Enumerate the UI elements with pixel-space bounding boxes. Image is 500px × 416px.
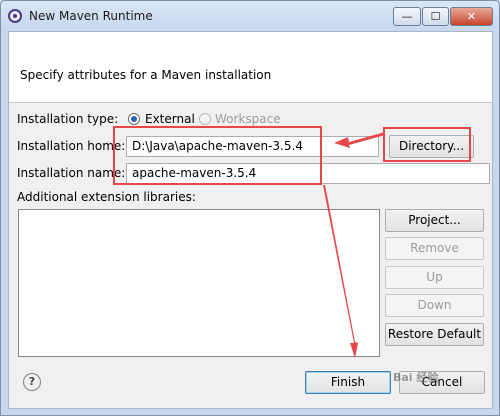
title-bar[interactable]: New Maven Runtime — ☐ ✕	[1, 1, 499, 31]
dialog-window: New Maven Runtime — ☐ ✕ Specify attribut…	[0, 0, 500, 416]
annotation-box-directory	[383, 127, 471, 162]
installation-type-label: Installation type:	[17, 112, 119, 126]
installation-home-label: Installation home:	[17, 139, 126, 153]
workspace-radio-label: Workspace	[215, 112, 281, 126]
external-radio[interactable]	[128, 113, 140, 125]
maximize-button[interactable]: ☐	[422, 7, 449, 26]
remove-button: Remove	[385, 237, 484, 260]
external-radio-label[interactable]: External	[145, 112, 195, 126]
eclipse-icon	[8, 9, 22, 23]
dialog-client: Specify attributes for a Maven installat…	[8, 31, 493, 409]
header-description: Specify attributes for a Maven installat…	[20, 68, 272, 82]
window-title: New Maven Runtime	[29, 9, 153, 23]
minimize-button[interactable]: —	[393, 7, 421, 26]
extension-libraries-list[interactable]	[18, 209, 380, 357]
watermark: Bai 经验	[393, 371, 439, 384]
down-button: Down	[385, 294, 484, 317]
annotation-box-fields	[113, 126, 322, 185]
project-button[interactable]: Project...	[385, 209, 484, 232]
up-button: Up	[385, 266, 484, 289]
dialog-header: Specify attributes for a Maven installat…	[9, 32, 492, 103]
close-button[interactable]: ✕	[450, 7, 493, 26]
workspace-radio	[199, 113, 211, 125]
additional-libraries-label: Additional extension libraries:	[17, 190, 196, 204]
restore-default-button[interactable]: Restore Default	[385, 323, 484, 346]
finish-button[interactable]: Finish	[305, 371, 391, 394]
installation-name-label: Installation name:	[17, 166, 126, 180]
help-icon[interactable]: ?	[23, 373, 41, 391]
